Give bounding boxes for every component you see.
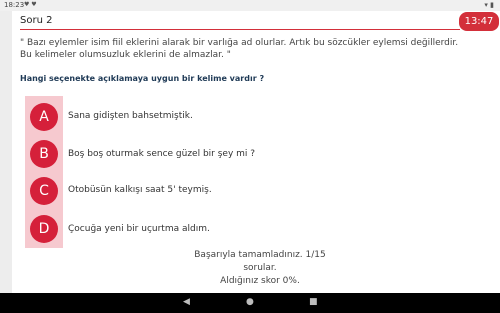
status-time: 18:23 <box>4 1 25 9</box>
option-d-circle[interactable]: D <box>30 215 58 243</box>
recents-icon[interactable]: ■ <box>309 297 318 307</box>
question-prompt: Hangi seçenekte açıklamaya uygun bir kel… <box>20 74 265 83</box>
question-statement: " Bazı eylemler isim fiil eklerini alara… <box>20 38 459 60</box>
option-b-circle[interactable]: B <box>30 140 58 168</box>
question-title: Soru 2 <box>20 15 53 26</box>
back-icon[interactable]: ◀ <box>183 297 190 307</box>
notification-icons: ♥ ♥ <box>24 1 37 8</box>
option-b-text[interactable]: Boş boş oturmak sence güzel bir şey mi ? <box>68 149 255 159</box>
battery-wifi-icons: ▾ ▮ <box>484 1 494 9</box>
android-navbar: ◀ ● ■ <box>0 293 500 313</box>
header-divider <box>20 29 460 30</box>
home-icon[interactable]: ● <box>246 297 254 307</box>
option-d-text[interactable]: Çocuğa yeni bir uçurtma aldım. <box>68 224 210 234</box>
left-margin-strip <box>0 11 12 293</box>
option-c-text[interactable]: Otobüsün kalkışı saat 5' teymiş. <box>68 185 212 195</box>
option-c-circle[interactable]: C <box>30 177 58 205</box>
result-line-1: Başarıyla tamamladınız. 1/15 sorular. <box>194 250 326 273</box>
result-summary: Başarıyla tamamladınız. 1/15 sorular. Al… <box>190 249 330 288</box>
result-line-2: Aldığınız skor 0%. <box>220 276 300 286</box>
option-a-text[interactable]: Sana gidişten bahsetmiştik. <box>68 111 193 121</box>
status-bar: 18:23 ♥ ♥ ▾ ▮ <box>0 0 500 11</box>
option-a-circle[interactable]: A <box>30 103 58 131</box>
timer-badge: 13:47 <box>459 12 499 31</box>
